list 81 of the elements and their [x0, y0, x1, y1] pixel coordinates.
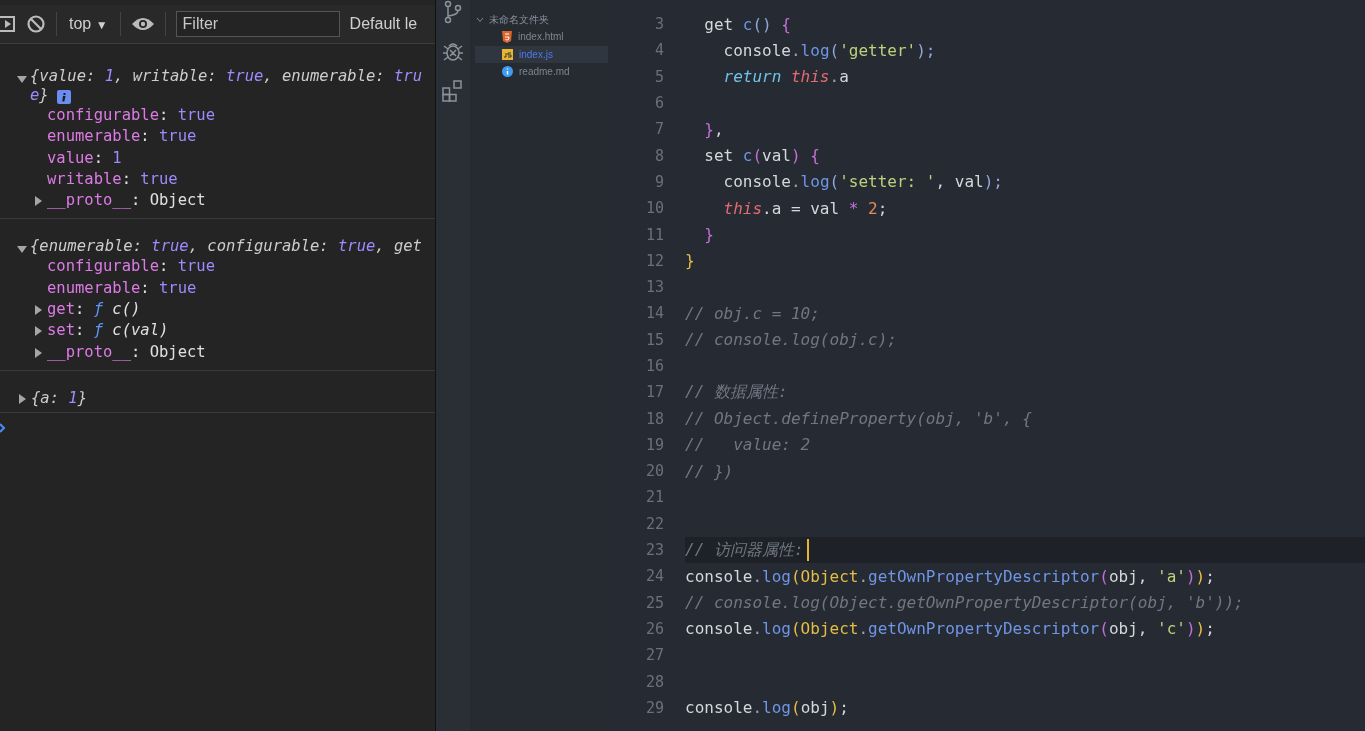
- code-line: // console.log(obj.c);: [685, 330, 897, 350]
- line-number: 20: [644, 462, 664, 481]
- code-line: // }): [685, 461, 734, 481]
- code-line: // value: 2: [685, 435, 811, 455]
- context-select[interactable]: top ▼: [67, 15, 110, 33]
- expand-arrow-icon[interactable]: [35, 326, 42, 337]
- property-entry: configurable: true: [47, 105, 215, 126]
- code-line: // 访问器属性:: [685, 539, 804, 561]
- code-line: }: [703, 225, 714, 244]
- code-line: // obj.c = 10;: [685, 303, 820, 323]
- file-item[interactable]: index.html: [475, 28, 608, 46]
- line-number: 22: [644, 514, 664, 533]
- sidebar-toggle-icon[interactable]: [0, 15, 16, 33]
- clear-console-icon[interactable]: [26, 14, 46, 34]
- line-number: 27: [644, 646, 664, 665]
- expand-arrow-icon[interactable]: [17, 76, 27, 83]
- line-number: 12: [644, 251, 664, 270]
- property-entry: writable: true: [47, 168, 178, 190]
- code-line: // Object.defineProperty(obj, 'b', {: [685, 409, 1032, 429]
- text-cursor: [806, 539, 809, 562]
- code-line: console.log('getter');: [722, 40, 936, 60]
- line-number: 19: [644, 435, 664, 454]
- line-number: 4: [653, 41, 664, 60]
- filter-field[interactable]: Filter: [175, 11, 340, 37]
- code-line: },: [703, 119, 724, 139]
- line-number: 29: [644, 698, 664, 717]
- property-entry: enumerable: true: [47, 126, 197, 148]
- line-number: 24: [644, 567, 664, 586]
- code-line: console.log(obj);: [685, 698, 849, 718]
- line-number: 14: [644, 304, 664, 323]
- property-entry: configurable: true: [47, 256, 215, 278]
- line-number: 8: [653, 146, 664, 165]
- code-line: this.a = val * 2;: [722, 198, 888, 218]
- line-number: 7: [653, 120, 664, 139]
- levels-dropdown[interactable]: Default le: [349, 15, 418, 33]
- extensions-icon[interactable]: [442, 80, 464, 102]
- line-number: 17: [644, 383, 664, 402]
- line-number: 10: [644, 199, 664, 218]
- line-number: 3: [653, 15, 664, 34]
- code-line: console.log(Object.getOwnPropertyDescriptor(obj, 'c'));: [685, 619, 1215, 639]
- property-entry: set: ƒ c(val): [47, 320, 169, 342]
- code-line: // 数据属性:: [685, 381, 788, 403]
- line-number: 6: [653, 94, 664, 113]
- code-line: console.log(Object.getOwnPropertyDescriptor(obj, 'a'));: [685, 566, 1215, 586]
- code-line: }: [685, 251, 695, 271]
- prompt-chevron-icon: [0, 422, 6, 433]
- folder-item[interactable]: 未命名文件夹: [470, 11, 608, 28]
- line-number: 16: [644, 357, 664, 375]
- code-line: console.log('setter: ', val);: [722, 172, 1003, 192]
- expand-arrow-icon[interactable]: [35, 305, 42, 316]
- branch-icon[interactable]: [443, 0, 463, 24]
- eye-icon[interactable]: [130, 16, 155, 32]
- expand-arrow-icon[interactable]: [35, 196, 42, 207]
- property-entry: __proto__: Object: [47, 341, 206, 363]
- code-line: // console.log(Object.getOwnPropertyDescriptor(obj, 'b'));: [685, 593, 1244, 613]
- line-number: 25: [644, 593, 664, 612]
- line-number: 13: [644, 278, 664, 297]
- line-number: 11: [644, 225, 664, 244]
- object-summary[interactable]: {value: 1, writable: true, enumerable: true}: [30, 67, 425, 105]
- code-line: return this.a: [722, 67, 849, 87]
- line-number: 26: [644, 619, 664, 638]
- expand-arrow-icon[interactable]: [17, 246, 27, 254]
- object-summary[interactable]: {enumerable: true, configurable: true, get: [30, 237, 425, 257]
- line-number: 23: [644, 541, 664, 560]
- line-number: 18: [644, 409, 664, 428]
- expand-arrow-icon[interactable]: [35, 347, 42, 358]
- line-number: 28: [644, 672, 664, 691]
- line-number: 5: [653, 67, 664, 86]
- line-number: 9: [653, 172, 664, 191]
- property-entry: get: ƒ c(): [47, 299, 141, 321]
- expand-arrow-icon[interactable]: [19, 393, 26, 404]
- code-line: set c(val) {: [703, 146, 820, 166]
- line-number: 15: [644, 330, 664, 349]
- bug-icon[interactable]: [442, 41, 464, 63]
- property-entry: __proto__: Object: [47, 190, 206, 212]
- line-number: 21: [644, 488, 664, 507]
- property-entry: enumerable: true: [47, 277, 197, 299]
- code-line: get c() {: [703, 14, 791, 34]
- file-item[interactable]: readme.md: [475, 63, 608, 81]
- object-summary[interactable]: {a: 1}: [31, 388, 426, 408]
- property-entry: value: 1: [47, 147, 122, 169]
